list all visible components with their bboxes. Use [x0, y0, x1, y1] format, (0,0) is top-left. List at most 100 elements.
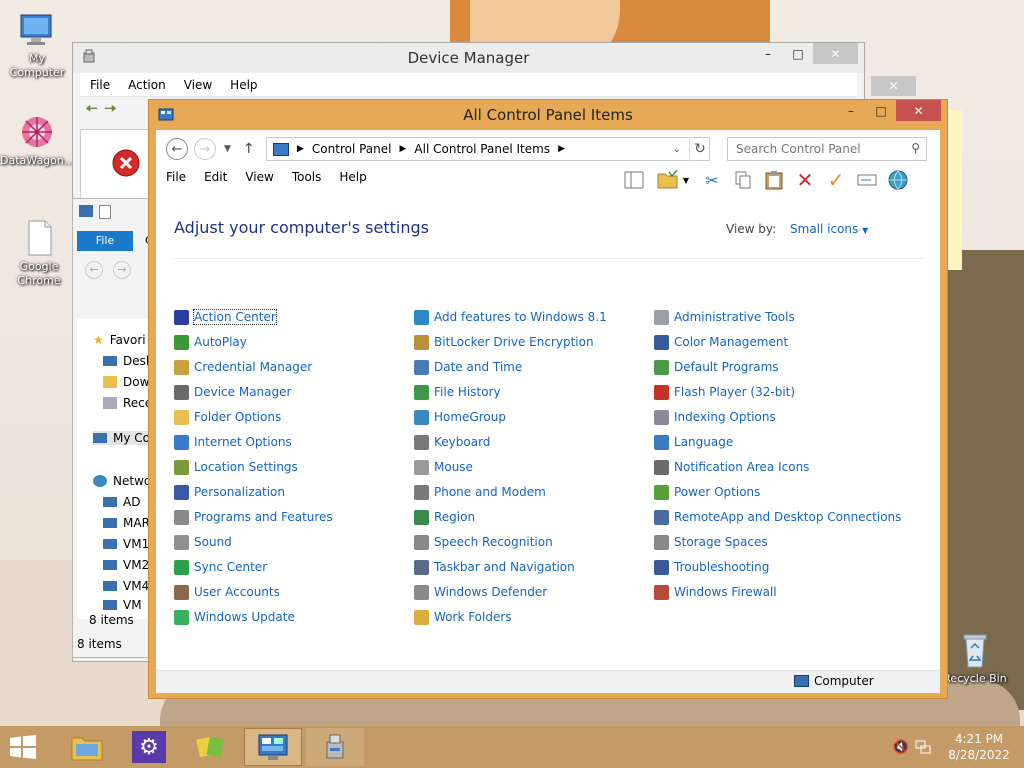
taskbar-settings[interactable]: ⚙	[120, 728, 178, 766]
control-panel-item[interactable]: Notification Area Icons	[654, 458, 809, 476]
start-button[interactable]	[0, 726, 46, 768]
maximize-button[interactable]: □	[783, 43, 813, 64]
nav-host[interactable]: MAR	[103, 516, 150, 530]
cut-icon[interactable]: ✂	[700, 168, 724, 192]
hidden-window-close-button[interactable]: ✕	[871, 76, 916, 96]
control-panel-item[interactable]: Sync Center	[174, 558, 267, 576]
taskbar-color-tiles[interactable]	[182, 728, 240, 766]
control-panel-item[interactable]: Credential Manager	[174, 358, 312, 376]
control-panel-item[interactable]: Add features to Windows 8.1	[414, 308, 607, 326]
desktop-icon-datawagon[interactable]: DataWagon...	[0, 112, 74, 168]
control-panel-item[interactable]: Taskbar and Navigation	[414, 558, 575, 576]
menu-view[interactable]: View	[245, 170, 273, 184]
ribbon-file-tab[interactable]: File	[77, 231, 133, 251]
minimize-button[interactable]: –	[836, 100, 866, 121]
control-panel-item[interactable]: Work Folders	[414, 608, 512, 626]
control-panel-item[interactable]: Speech Recognition	[414, 533, 553, 551]
control-panel-item[interactable]: File History	[414, 383, 501, 401]
control-panel-item[interactable]: Phone and Modem	[414, 483, 546, 501]
control-panel-item[interactable]: Language	[654, 433, 733, 451]
control-panel-item[interactable]: HomeGroup	[414, 408, 506, 426]
back-arrow-icon[interactable]: ←	[85, 261, 103, 279]
taskbar-file-explorer[interactable]	[58, 728, 116, 766]
taskbar-control-panel[interactable]	[244, 728, 302, 766]
control-panel-item[interactable]: BitLocker Drive Encryption	[414, 333, 594, 351]
forward-arrow-icon[interactable]: 🠦	[104, 98, 117, 125]
maximize-button[interactable]: □	[866, 100, 896, 121]
nav-favorites[interactable]: ★ Favori	[93, 333, 146, 347]
control-panel-item[interactable]: Folder Options	[174, 408, 281, 426]
up-arrow-icon[interactable]: ↑	[243, 141, 255, 157]
menu-view[interactable]: View	[184, 78, 212, 92]
nav-downloads[interactable]: Dow	[103, 375, 149, 389]
refresh-button[interactable]: ↻	[689, 137, 710, 161]
control-panel-item[interactable]: Color Management	[654, 333, 788, 351]
desktop-icon-my-computer[interactable]: My Computer	[0, 10, 74, 80]
speaker-muted-icon[interactable]: 🔇	[890, 736, 912, 758]
control-panel-item[interactable]: Windows Update	[174, 608, 295, 626]
properties-check-icon[interactable]: ✓	[824, 168, 848, 192]
control-panel-item[interactable]: Troubleshooting	[654, 558, 769, 576]
nav-desktop[interactable]: Desk	[103, 354, 153, 368]
control-panel-item[interactable]: Personalization	[174, 483, 285, 501]
search-control-panel-input[interactable]: Search Control Panel ⚲	[727, 137, 927, 161]
nav-host[interactable]: VM1	[103, 537, 149, 551]
menu-file[interactable]: File	[90, 78, 110, 92]
control-panel-item[interactable]: Sound	[174, 533, 232, 551]
nav-host[interactable]: VM4	[103, 579, 149, 593]
forward-button[interactable]: →	[194, 138, 216, 160]
nav-network[interactable]: Netwo	[93, 474, 151, 488]
control-panel-item[interactable]: Mouse	[414, 458, 473, 476]
close-button[interactable]: ✕	[813, 43, 858, 64]
paste-icon[interactable]	[762, 168, 786, 192]
nav-host[interactable]: AD	[103, 495, 140, 509]
control-panel-item[interactable]: Windows Firewall	[654, 583, 777, 601]
delete-icon[interactable]: ✕	[793, 168, 817, 192]
nav-host[interactable]: VM2	[103, 558, 149, 572]
clock[interactable]: 4:21 PM 8/28/2022	[934, 731, 1024, 763]
control-panel-titlebar[interactable]: All Control Panel Items – □ ✕	[149, 100, 947, 130]
close-button[interactable]: ✕	[896, 100, 941, 121]
control-panel-item[interactable]: AutoPlay	[174, 333, 247, 351]
control-panel-item[interactable]: Device Manager	[174, 383, 291, 401]
back-button[interactable]: ←	[166, 138, 188, 160]
taskbar-device-manager[interactable]	[306, 728, 364, 766]
layout-pane-icon[interactable]	[622, 168, 646, 192]
control-panel-item[interactable]: User Accounts	[174, 583, 280, 601]
rename-icon[interactable]	[855, 168, 879, 192]
control-panel-item[interactable]: Action Center	[174, 308, 277, 326]
forward-arrow-icon[interactable]: →	[113, 261, 131, 279]
nav-recent[interactable]: Rece	[103, 396, 152, 410]
control-panel-item[interactable]: Storage Spaces	[654, 533, 768, 551]
control-panel-item[interactable]: Programs and Features	[174, 508, 333, 526]
nav-host[interactable]: VM	[103, 600, 142, 610]
menu-action[interactable]: Action	[128, 78, 166, 92]
control-panel-item[interactable]: Indexing Options	[654, 408, 776, 426]
menu-help[interactable]: Help	[230, 78, 257, 92]
address-bar[interactable]: ▶ Control Panel ▶ All Control Panel Item…	[266, 137, 710, 161]
control-panel-item[interactable]: Windows Defender	[414, 583, 547, 601]
menu-edit[interactable]: Edit	[204, 170, 227, 184]
copy-icon[interactable]	[731, 168, 755, 192]
desktop-icon-recycle-bin[interactable]: Recycle Bin	[938, 630, 1012, 686]
folder-views-icon[interactable]: ▼	[653, 168, 693, 192]
control-panel-window[interactable]: All Control Panel Items – □ ✕ ← → ▼ ↑ ▶ …	[148, 99, 948, 699]
control-panel-item[interactable]: RemoteApp and Desktop Connections	[654, 508, 901, 526]
globe-icon[interactable]	[886, 168, 910, 192]
device-manager-titlebar[interactable]: Device Manager – □ ✕	[73, 43, 864, 73]
control-panel-item[interactable]: Keyboard	[414, 433, 490, 451]
control-panel-item[interactable]: Power Options	[654, 483, 760, 501]
breadcrumb-all-items[interactable]: All Control Panel Items	[414, 142, 550, 156]
properties-icon[interactable]	[99, 205, 111, 219]
control-panel-item[interactable]: Administrative Tools	[654, 308, 795, 326]
recent-locations-chevron-icon[interactable]: ▼	[224, 144, 231, 154]
control-panel-item[interactable]: Flash Player (32-bit)	[654, 383, 795, 401]
desktop-icon-google-chrome[interactable]: Google Chrome	[2, 218, 76, 288]
control-panel-item[interactable]: Internet Options	[174, 433, 292, 451]
menu-tools[interactable]: Tools	[292, 170, 322, 184]
control-panel-item[interactable]: Default Programs	[654, 358, 779, 376]
breadcrumb-control-panel[interactable]: Control Panel	[312, 142, 392, 156]
back-arrow-icon[interactable]: 🠤	[85, 98, 98, 125]
search-icon[interactable]: ⚲	[911, 141, 920, 155]
network-icon[interactable]	[912, 736, 934, 758]
